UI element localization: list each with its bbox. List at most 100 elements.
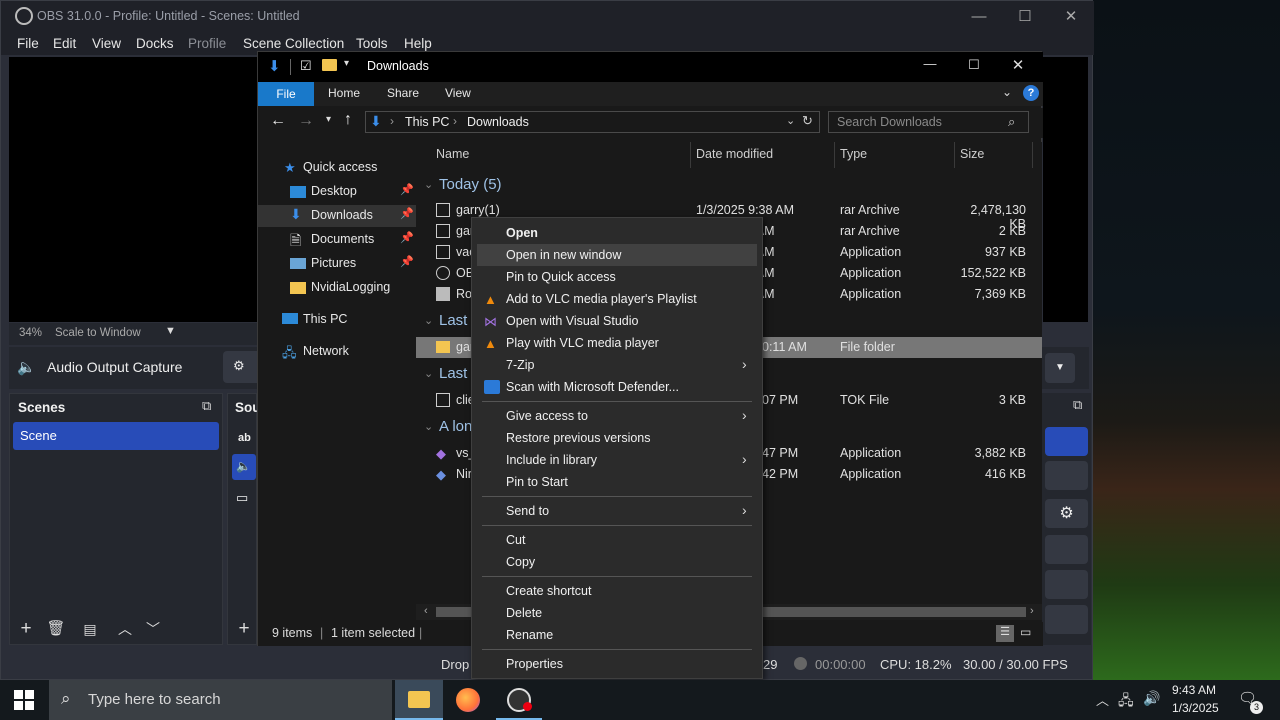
search-input[interactable]: Search Downloads <box>828 111 1029 133</box>
chevron-down-icon[interactable]: ▾ <box>344 58 349 69</box>
menu-item-copy[interactable]: Copy <box>477 551 757 573</box>
chevron-up-icon[interactable]: ︿ <box>1096 690 1109 709</box>
breadcrumb-downloads[interactable]: Downloads <box>467 115 529 129</box>
refresh-icon[interactable]: ↻ <box>802 113 813 129</box>
explorer-titlebar[interactable]: ⬇ ☑ ▾ Downloads — ☐ ✕ <box>258 52 1043 82</box>
column-header-name[interactable]: Name <box>436 147 469 161</box>
chevron-down-icon[interactable]: ⌄ <box>424 178 433 191</box>
menu-item-open[interactable]: Open <box>477 222 757 244</box>
group-header-today[interactable]: Today (5) <box>439 176 502 193</box>
clock-time[interactable]: 9:43 AM <box>1172 683 1216 697</box>
menu-item-vlc-play[interactable]: ▲ Play with VLC media player <box>477 332 757 354</box>
column-divider[interactable] <box>834 142 835 168</box>
close-icon[interactable]: ✕ <box>1048 1 1094 33</box>
menu-edit[interactable]: Edit <box>53 36 76 51</box>
details-view-icon[interactable]: ☰ <box>996 625 1014 642</box>
menu-item-create-shortcut[interactable]: Create shortcut <box>477 580 757 602</box>
taskbar-search-box[interactable]: ⌕ Type here to search <box>49 680 392 720</box>
taskbar-obs-button[interactable] <box>496 680 542 720</box>
scroll-right-icon[interactable]: › <box>1030 605 1034 617</box>
checkbox-icon[interactable]: ☑ <box>300 58 312 74</box>
forward-arrow-icon[interactable]: → <box>298 112 314 130</box>
settings-button[interactable] <box>1045 570 1088 599</box>
undock-icon[interactable]: ⧉ <box>202 398 211 414</box>
menu-item-give-access[interactable]: Give access to › <box>477 405 757 427</box>
move-down-icon[interactable]: ﹀ <box>142 618 164 640</box>
tab-share[interactable]: Share <box>387 86 419 100</box>
menu-profile[interactable]: Profile <box>188 36 226 51</box>
menu-view[interactable]: View <box>92 36 121 51</box>
folder-icon[interactable] <box>322 59 337 71</box>
menu-item-visual-studio[interactable]: ⋈ Open with Visual Studio <box>477 310 757 332</box>
menu-item-defender-scan[interactable]: Scan with Microsoft Defender... <box>477 376 757 398</box>
chevron-down-icon[interactable]: ⌄ <box>1002 85 1012 99</box>
menu-item-rename[interactable]: Rename <box>477 624 757 646</box>
search-icon[interactable]: ⌕ <box>1008 114 1015 130</box>
start-recording-button[interactable] <box>1045 461 1088 490</box>
nav-item-desktop[interactable]: Desktop 📌 <box>258 181 416 203</box>
obs-titlebar[interactable]: OBS 31.0.0 - Profile: Untitled - Scenes:… <box>1 1 1094 33</box>
menu-item-delete[interactable]: Delete <box>477 602 757 624</box>
chevron-down-icon[interactable]: ▼ <box>1045 353 1075 383</box>
menu-item-send-to[interactable]: Send to › <box>477 500 757 522</box>
column-divider[interactable] <box>954 142 955 168</box>
menu-file[interactable]: File <box>17 36 39 51</box>
minimize-icon[interactable]: — <box>956 1 1002 33</box>
scroll-left-icon[interactable]: ‹ <box>424 605 428 617</box>
nav-item-pictures[interactable]: Pictures 📌 <box>258 253 416 275</box>
column-header-type[interactable]: Type <box>840 147 867 161</box>
nav-item-this-pc[interactable]: This PC <box>258 309 416 331</box>
menu-tools[interactable]: Tools <box>356 36 388 51</box>
nav-item-nvidialogging[interactable]: NvidiaLogging <box>258 277 416 299</box>
clock-date[interactable]: 1/3/2025 <box>1172 701 1219 715</box>
undock-icon[interactable]: ⧉ <box>1073 397 1082 413</box>
menu-item-7zip[interactable]: 7-Zip › <box>477 354 757 376</box>
tab-home[interactable]: Home <box>328 86 360 100</box>
menu-item-open-new-window[interactable]: Open in new window <box>477 244 757 266</box>
minimize-icon[interactable]: — <box>910 56 950 71</box>
nav-item-downloads[interactable]: ⬇ Downloads 📌 <box>258 205 416 227</box>
maximize-icon[interactable]: ☐ <box>1002 1 1048 33</box>
move-up-icon[interactable]: ︿ <box>114 618 136 640</box>
scale-mode[interactable]: Scale to Window <box>55 327 141 339</box>
speaker-icon[interactable]: 🔈 <box>232 454 256 480</box>
chevron-down-icon[interactable]: ⌄ <box>424 314 433 327</box>
column-header-size[interactable]: Size <box>960 147 984 161</box>
menu-item-vlc-playlist[interactable]: ▲ Add to VLC media player's Playlist <box>477 288 757 310</box>
breadcrumb-this-pc[interactable]: This PC <box>405 115 449 129</box>
chevron-down-icon[interactable]: ▾ <box>326 114 331 125</box>
tiles-view-icon[interactable]: ▭ <box>1020 625 1036 642</box>
firefox-icon[interactable] <box>456 688 480 712</box>
gear-icon[interactable]: ⚙ <box>1045 499 1088 528</box>
menu-item-pin-start[interactable]: Pin to Start <box>477 471 757 493</box>
trash-icon[interactable]: 🗑 <box>45 618 67 640</box>
column-divider[interactable] <box>690 142 691 168</box>
menu-scene-collection[interactable]: Scene Collection <box>243 36 344 51</box>
column-divider[interactable] <box>1032 142 1033 168</box>
address-bar[interactable]: ⬇ › This PC › Downloads ⌄ ↻ <box>365 111 820 133</box>
chevron-down-icon[interactable]: ⌄ <box>424 420 433 433</box>
add-scene-icon[interactable]: + <box>15 618 37 640</box>
help-icon[interactable]: ? <box>1023 85 1039 101</box>
back-arrow-icon[interactable]: ← <box>270 112 286 130</box>
tab-file[interactable]: File <box>258 82 314 106</box>
chevron-down-icon[interactable]: ⌄ <box>424 367 433 380</box>
menu-item-include-library[interactable]: Include in library › <box>477 449 757 471</box>
menu-item-properties[interactable]: Properties <box>477 653 757 675</box>
add-source-icon[interactable]: + <box>233 618 255 640</box>
chevron-down-icon[interactable]: ⌄ <box>786 114 795 127</box>
nav-item-documents[interactable]: 🗎 Documents 📌 <box>258 229 416 251</box>
filter-icon[interactable]: ▤ <box>79 618 101 640</box>
scene-list-item[interactable]: Scene <box>13 422 219 450</box>
windows-start-icon[interactable] <box>14 690 34 710</box>
chevron-down-icon[interactable]: ▼ <box>165 325 176 337</box>
volume-icon[interactable]: 🔊 <box>1143 690 1160 707</box>
menu-help[interactable]: Help <box>404 36 432 51</box>
taskbar-explorer-button[interactable] <box>395 680 443 720</box>
group-header-a-long-time-ago[interactable]: A lon <box>439 418 472 435</box>
close-icon[interactable]: ✕ <box>998 56 1038 74</box>
column-header-date[interactable]: Date modified <box>696 147 773 161</box>
maximize-icon[interactable]: ☐ <box>954 57 994 73</box>
obs-preview[interactable] <box>9 57 259 322</box>
menu-item-restore-versions[interactable]: Restore previous versions <box>477 427 757 449</box>
